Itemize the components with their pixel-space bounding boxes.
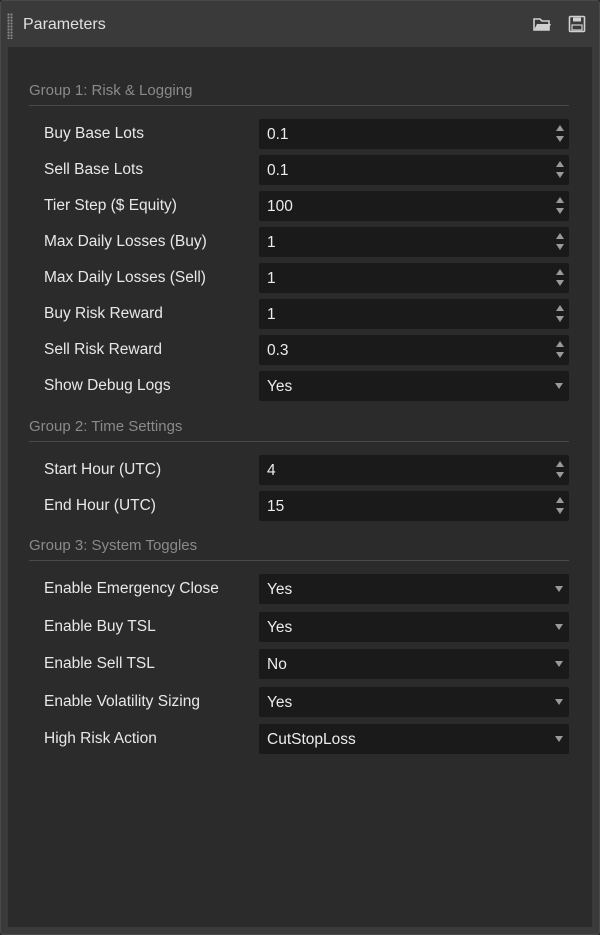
param-row: Max Daily Losses (Buy) 1 (8, 227, 592, 257)
param-row: End Hour (UTC) 15 (8, 491, 592, 521)
spinner-icon[interactable] (556, 267, 565, 289)
param-label: High Risk Action (44, 730, 157, 747)
field-value: Yes (267, 619, 293, 636)
field-value: 4 (267, 462, 276, 479)
spinner-icon[interactable] (556, 159, 565, 181)
param-row: Show Debug Logs Yes (8, 371, 592, 401)
chevron-down-icon[interactable] (555, 383, 563, 389)
field-value: Yes (267, 694, 293, 711)
select-dropdown[interactable]: CutStopLoss (259, 724, 569, 754)
select-dropdown[interactable]: Yes (259, 574, 569, 604)
param-row: Enable Sell TSL No (8, 649, 592, 679)
spinner-icon[interactable] (556, 303, 565, 325)
param-label: Enable Volatility Sizing (44, 693, 200, 710)
param-label: Start Hour (UTC) (44, 461, 162, 478)
group-header-time-settings: Group 2: Time Settings (29, 418, 569, 442)
floppy-save-icon[interactable] (568, 15, 588, 33)
select-dropdown[interactable]: Yes (259, 371, 569, 401)
field-value: Yes (267, 581, 293, 598)
number-input[interactable]: 1 (259, 263, 569, 293)
field-value: Yes (267, 378, 293, 395)
spinner-icon[interactable] (556, 459, 565, 481)
param-label: Buy Base Lots (44, 125, 144, 142)
number-input[interactable]: 100 (259, 191, 569, 221)
field-value: 100 (267, 198, 293, 215)
select-dropdown[interactable]: Yes (259, 687, 569, 717)
param-label: Tier Step ($ Equity) (44, 197, 177, 214)
number-input[interactable]: 15 (259, 491, 569, 521)
spinner-icon[interactable] (556, 231, 565, 253)
param-row: Start Hour (UTC) 4 (8, 455, 592, 485)
param-label: End Hour (UTC) (44, 497, 156, 514)
number-input[interactable]: 0.1 (259, 119, 569, 149)
param-label: Max Daily Losses (Sell) (44, 269, 206, 286)
field-value: CutStopLoss (267, 731, 356, 748)
title-bar[interactable]: Parameters (1, 1, 599, 47)
number-input[interactable]: 0.3 (259, 335, 569, 365)
field-value: 0.1 (267, 162, 289, 179)
parameters-window: Parameters Group 1: Risk & Logging Group… (0, 0, 600, 935)
param-row: Sell Base Lots 0.1 (8, 155, 592, 185)
select-dropdown[interactable]: Yes (259, 612, 569, 642)
group-header-system-toggles: Group 3: System Toggles (29, 537, 569, 561)
number-input[interactable]: 0.1 (259, 155, 569, 185)
field-value: 1 (267, 234, 276, 251)
field-value: No (267, 656, 287, 673)
param-row: Enable Emergency Close Yes (8, 574, 592, 604)
field-value: 15 (267, 498, 285, 515)
param-label: Enable Sell TSL (44, 655, 155, 672)
param-label: Sell Base Lots (44, 161, 144, 178)
number-input[interactable]: 1 (259, 299, 569, 329)
parameters-panel: Group 1: Risk & Logging Group 2: Time Se… (8, 47, 592, 927)
drag-handle-icon[interactable] (7, 13, 13, 39)
spinner-icon[interactable] (556, 195, 565, 217)
param-label: Enable Buy TSL (44, 618, 156, 635)
param-row: Enable Buy TSL Yes (8, 612, 592, 642)
param-label: Show Debug Logs (44, 377, 171, 394)
param-label: Enable Emergency Close (44, 580, 219, 597)
field-value: 1 (267, 270, 276, 287)
folder-open-icon[interactable] (532, 15, 552, 33)
param-label: Max Daily Losses (Buy) (44, 233, 207, 250)
chevron-down-icon[interactable] (555, 624, 563, 630)
spinner-icon[interactable] (556, 123, 565, 145)
param-row: Buy Risk Reward 1 (8, 299, 592, 329)
number-input[interactable]: 1 (259, 227, 569, 257)
window-title: Parameters (23, 16, 106, 33)
chevron-down-icon[interactable] (555, 661, 563, 667)
param-row: Tier Step ($ Equity) 100 (8, 191, 592, 221)
group-header-risk-logging: Group 1: Risk & Logging (29, 82, 569, 106)
param-row: Enable Volatility Sizing Yes (8, 687, 592, 717)
param-row: Sell Risk Reward 0.3 (8, 335, 592, 365)
spinner-icon[interactable] (556, 339, 565, 361)
param-row: Buy Base Lots 0.1 (8, 119, 592, 149)
number-input[interactable]: 4 (259, 455, 569, 485)
field-value: 0.1 (267, 126, 289, 143)
param-row: High Risk Action CutStopLoss (8, 724, 592, 754)
spinner-icon[interactable] (556, 495, 565, 517)
field-value: 0.3 (267, 342, 289, 359)
param-label: Sell Risk Reward (44, 341, 163, 358)
chevron-down-icon[interactable] (555, 586, 563, 592)
param-row: Max Daily Losses (Sell) 1 (8, 263, 592, 293)
chevron-down-icon[interactable] (555, 699, 563, 705)
chevron-down-icon[interactable] (555, 736, 563, 742)
select-dropdown[interactable]: No (259, 649, 569, 679)
field-value: 1 (267, 306, 276, 323)
param-label: Buy Risk Reward (44, 305, 163, 322)
